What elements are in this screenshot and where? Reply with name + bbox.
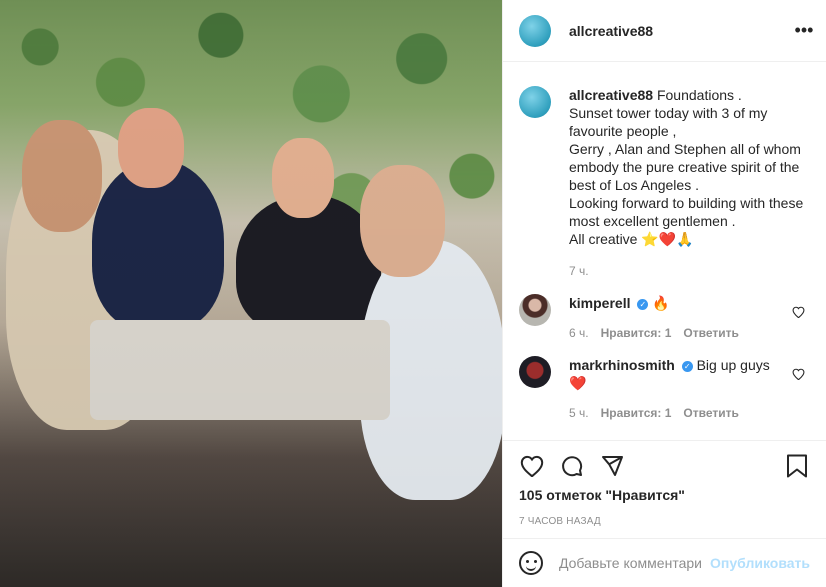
comment-username[interactable]: markrhinosmith	[569, 357, 675, 373]
comment-likes[interactable]: Нравится: 1	[601, 406, 672, 420]
comment-body: markrhinosmith ✓ Big up guys ❤️ 5 ч. Нра…	[569, 356, 785, 420]
caption-time[interactable]: 7 ч.	[569, 264, 810, 278]
heart-icon[interactable]	[515, 449, 549, 483]
caption-username[interactable]: allcreative88	[569, 87, 653, 103]
comment-item: markrhinosmith ✓ Big up guys ❤️ 5 ч. Нра…	[503, 340, 826, 420]
comment-text: markrhinosmith ✓ Big up guys ❤️	[569, 356, 785, 392]
comment-text: kimperell ✓ 🔥	[569, 294, 785, 312]
comment-content: 🔥	[652, 295, 670, 311]
caption-line-2: Sunset tower today with 3 of my favourit…	[569, 105, 768, 139]
comment-time[interactable]: 5 ч.	[569, 406, 589, 420]
reply-button[interactable]: Ответить	[683, 326, 738, 340]
comment-time[interactable]: 6 ч.	[569, 326, 589, 340]
post-details-panel: allcreative88 ••• allcreative88 Foundati…	[502, 0, 826, 587]
emoji-icon[interactable]	[519, 551, 543, 575]
caption-line-1: Foundations .	[656, 87, 742, 103]
reply-button[interactable]: Ответить	[683, 406, 738, 420]
commenter-avatar[interactable]	[519, 294, 551, 326]
verified-badge-icon: ✓	[681, 360, 693, 372]
share-icon[interactable]	[595, 449, 629, 483]
comment-composer: Опубликовать	[503, 538, 826, 587]
post-caption: allcreative88 Foundations . Sunset tower…	[503, 62, 826, 278]
caption-line-5: All creative ⭐❤️🙏	[569, 231, 694, 247]
caption-line-4: Looking forward to building with these m…	[569, 195, 804, 229]
instagram-post: allcreative88 ••• allcreative88 Foundati…	[0, 0, 826, 587]
likes-count[interactable]: 105 отметок "Нравится"	[503, 487, 826, 503]
caption-avatar[interactable]	[519, 86, 551, 118]
comment-icon[interactable]	[555, 449, 589, 483]
comment-like-icon[interactable]	[792, 306, 810, 324]
comment-likes[interactable]: Нравится: 1	[601, 326, 672, 340]
post-date[interactable]: 7 ЧАСОВ НАЗАД	[519, 516, 601, 527]
commenter-avatar[interactable]	[519, 356, 551, 388]
comment-body: kimperell ✓ 🔥 6 ч. Нравится: 1 Ответить	[569, 294, 785, 340]
comments-section: allcreative88 Foundations . Sunset tower…	[503, 62, 826, 440]
comment-meta: 6 ч. Нравится: 1 Ответить	[569, 326, 785, 340]
post-actions: 105 отметок "Нравится"	[503, 440, 826, 506]
caption-text: allcreative88 Foundations . Sunset tower…	[569, 86, 810, 248]
caption-line-3: Gerry , Alan and Stephen all of whom emb…	[569, 141, 801, 193]
post-photo[interactable]	[0, 0, 502, 587]
author-username[interactable]: allcreative88	[569, 23, 653, 39]
action-icons	[503, 441, 826, 491]
publish-button[interactable]: Опубликовать	[710, 555, 810, 571]
photo-shading	[0, 0, 502, 587]
verified-badge-icon: ✓	[637, 298, 649, 310]
comment-meta: 5 ч. Нравится: 1 Ответить	[569, 406, 785, 420]
comment-username[interactable]: kimperell	[569, 295, 630, 311]
comment-item: kimperell ✓ 🔥 6 ч. Нравится: 1 Ответить	[503, 278, 826, 340]
comment-like-icon[interactable]	[792, 368, 810, 386]
comment-input[interactable]	[559, 555, 703, 571]
author-avatar[interactable]	[519, 14, 551, 47]
post-header: allcreative88 •••	[503, 0, 826, 62]
bookmark-icon[interactable]	[780, 449, 814, 483]
caption-body: allcreative88 Foundations . Sunset tower…	[569, 86, 810, 278]
more-icon[interactable]: •••	[792, 18, 816, 42]
